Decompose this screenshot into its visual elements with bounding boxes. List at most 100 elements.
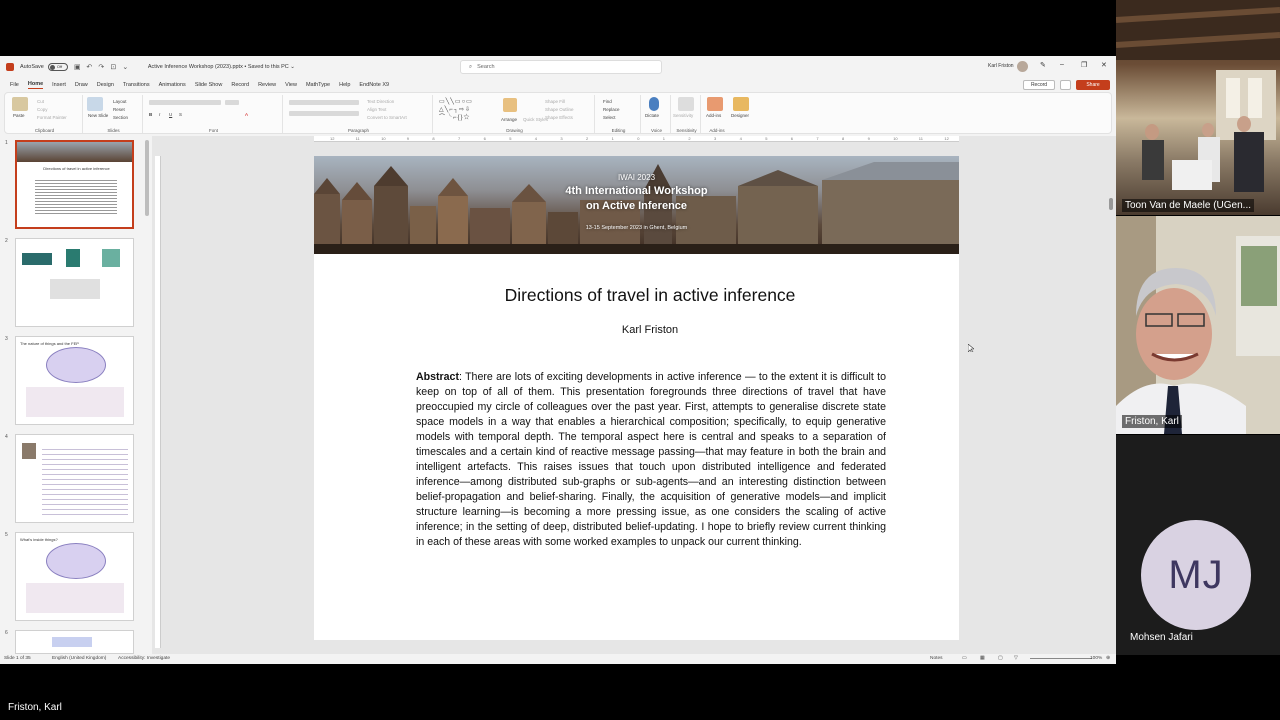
tab-animations[interactable]: Animations [159, 82, 186, 88]
tab-record[interactable]: Record [231, 82, 249, 88]
tab-transitions[interactable]: Transitions [123, 82, 150, 88]
accessibility-status[interactable]: Accessibility: Investigate [118, 656, 170, 661]
slide-thumbnail[interactable]: UCL [15, 238, 134, 327]
redo-icon[interactable]: ↷ [98, 64, 105, 71]
document-title[interactable]: Active Inference Workshop (2023).pptx • … [148, 64, 295, 70]
find-button[interactable]: Find [603, 99, 612, 104]
tab-mathtype[interactable]: MathType [306, 82, 330, 88]
cut-button[interactable]: Cut [37, 99, 44, 104]
tab-review[interactable]: Review [258, 82, 276, 88]
slideshow-icon[interactable]: ▽ [1014, 656, 1018, 661]
strikethrough-icon[interactable]: S [179, 112, 182, 117]
slide-abstract[interactable]: Abstract: There are lots of exciting dev… [416, 370, 886, 550]
new-slide-button[interactable]: New Slide [88, 113, 108, 118]
autosave-toggle[interactable]: Off [47, 63, 68, 71]
microphone-icon[interactable] [649, 97, 659, 111]
slide-sorter-icon[interactable]: ▦ [980, 656, 985, 661]
account-avatar[interactable] [1017, 61, 1028, 72]
zoom-slider[interactable] [1030, 658, 1092, 659]
slide-author[interactable]: Karl Friston [314, 324, 959, 336]
designer-icon[interactable] [733, 97, 749, 111]
tab-endnote-x9[interactable]: EndNote X9 [359, 82, 389, 88]
font-size-select[interactable] [225, 100, 239, 105]
copy-button[interactable]: Copy [37, 107, 48, 112]
sensitivity-button[interactable]: Sensitivity [673, 113, 693, 118]
sensitivity-icon[interactable] [678, 97, 694, 111]
new-slide-icon[interactable] [87, 97, 103, 111]
section-button[interactable]: Section [113, 115, 128, 120]
shapes-gallery[interactable]: ▭╲╲▭○▭ △╲⌐┐⇨⇩ ⌒╰⌐{}☆ [439, 98, 497, 122]
paste-icon[interactable] [12, 97, 28, 111]
shape-effects-button[interactable]: Shape Effects [545, 115, 573, 120]
font-color-icon[interactable]: A [245, 112, 248, 117]
participant-video-3[interactable]: MJ Mohsen Jafari [1116, 435, 1280, 655]
autosave-state: Off [56, 64, 63, 69]
participant-video-2[interactable]: Friston, Karl [1116, 216, 1280, 434]
slide-title[interactable]: Directions of travel in active inference [314, 285, 959, 306]
minimize-icon[interactable]: – [1060, 61, 1064, 68]
fit-slide-icon[interactable]: ⊕ [1106, 656, 1110, 661]
addins-icon[interactable] [707, 97, 723, 111]
designer-button[interactable]: Designer [731, 113, 749, 118]
addins-button[interactable]: Add-ins [706, 113, 721, 118]
slide-thumbnail[interactable]: Directions of travel in active inference [15, 140, 134, 229]
normal-view-icon[interactable]: ▭ [962, 656, 967, 661]
dictate-button[interactable]: Dictate [645, 113, 659, 118]
tab-draw[interactable]: Draw [75, 82, 88, 88]
participant-video-1[interactable]: Toon Van de Maele (UGen... [1116, 0, 1280, 215]
text-direction-button[interactable]: Text Direction [367, 99, 394, 104]
slide-thumbnails-pane: 1 Directions of travel in active inferenc… [0, 136, 152, 654]
save-icon[interactable]: ▣ [74, 64, 81, 71]
arrange-button[interactable]: Arrange [501, 117, 517, 122]
powerpoint-logo-icon [6, 63, 14, 71]
reading-view-icon[interactable]: ▢ [998, 656, 1003, 661]
select-button[interactable]: Select [603, 115, 616, 120]
search-box[interactable]: ⌕ Search [460, 60, 662, 74]
restore-icon[interactable]: ❐ [1081, 61, 1087, 69]
customize-qat-icon[interactable]: ⌄ [122, 64, 129, 71]
thumbnails-scrollbar[interactable] [145, 140, 149, 216]
convert-smartart-button[interactable]: Convert to SmartArt [367, 115, 407, 120]
zoom-level[interactable]: 100% [1090, 656, 1102, 661]
shape-fill-button[interactable]: Shape Fill [545, 99, 565, 104]
align-text-button[interactable]: Align Text [367, 107, 386, 112]
current-slide[interactable]: IWAI 2023 4th International Workshop on … [314, 156, 959, 640]
tab-view[interactable]: View [285, 82, 297, 88]
tab-file[interactable]: File [10, 82, 19, 88]
account-name[interactable]: Karl Friston [988, 63, 1014, 69]
pen-icon[interactable]: ✎ [1040, 61, 1046, 69]
participant-3-name: Mohsen Jafari [1130, 632, 1193, 643]
language-status[interactable]: English (United Kingdom) [52, 656, 106, 661]
list-buttons[interactable] [289, 100, 359, 105]
alignment-buttons[interactable] [289, 111, 359, 116]
notes-button[interactable]: Notes [930, 656, 943, 661]
format-painter-button[interactable]: Format Painter [37, 115, 67, 120]
font-name-select[interactable] [149, 100, 221, 105]
undo-icon[interactable]: ↶ [86, 64, 93, 71]
tab-design[interactable]: Design [97, 82, 114, 88]
slide-thumbnail[interactable] [15, 434, 134, 523]
slide-thumbnail[interactable] [15, 630, 134, 654]
record-button[interactable]: Record [1023, 80, 1055, 90]
editor-scrollbar[interactable] [1109, 198, 1113, 210]
layout-button[interactable]: Layout [113, 99, 127, 104]
close-icon[interactable]: ✕ [1101, 61, 1107, 69]
comments-icon[interactable] [1060, 80, 1071, 90]
voice-group-label: Voice [650, 128, 662, 133]
paste-button[interactable]: Paste [13, 113, 25, 118]
tab-help[interactable]: Help [339, 82, 350, 88]
share-button[interactable]: Share [1076, 80, 1110, 90]
slide-thumbnail[interactable]: What's inside things? [15, 532, 134, 621]
tab-home[interactable]: Home [27, 81, 44, 89]
present-icon[interactable]: ⊡ [110, 64, 117, 71]
tab-insert[interactable]: Insert [52, 82, 66, 88]
reset-button[interactable]: Reset [113, 107, 125, 112]
shape-outline-button[interactable]: Shape Outline [545, 107, 574, 112]
slide-thumbnail[interactable]: The nature of things and the FEP [15, 336, 134, 425]
replace-button[interactable]: Replace [603, 107, 620, 112]
tab-slide-show[interactable]: Slide Show [195, 82, 223, 88]
bold-icon[interactable]: B [149, 112, 152, 117]
underline-icon[interactable]: U [169, 112, 172, 117]
ruler-label: 2 [586, 136, 589, 141]
italic-icon[interactable]: I [159, 112, 160, 117]
